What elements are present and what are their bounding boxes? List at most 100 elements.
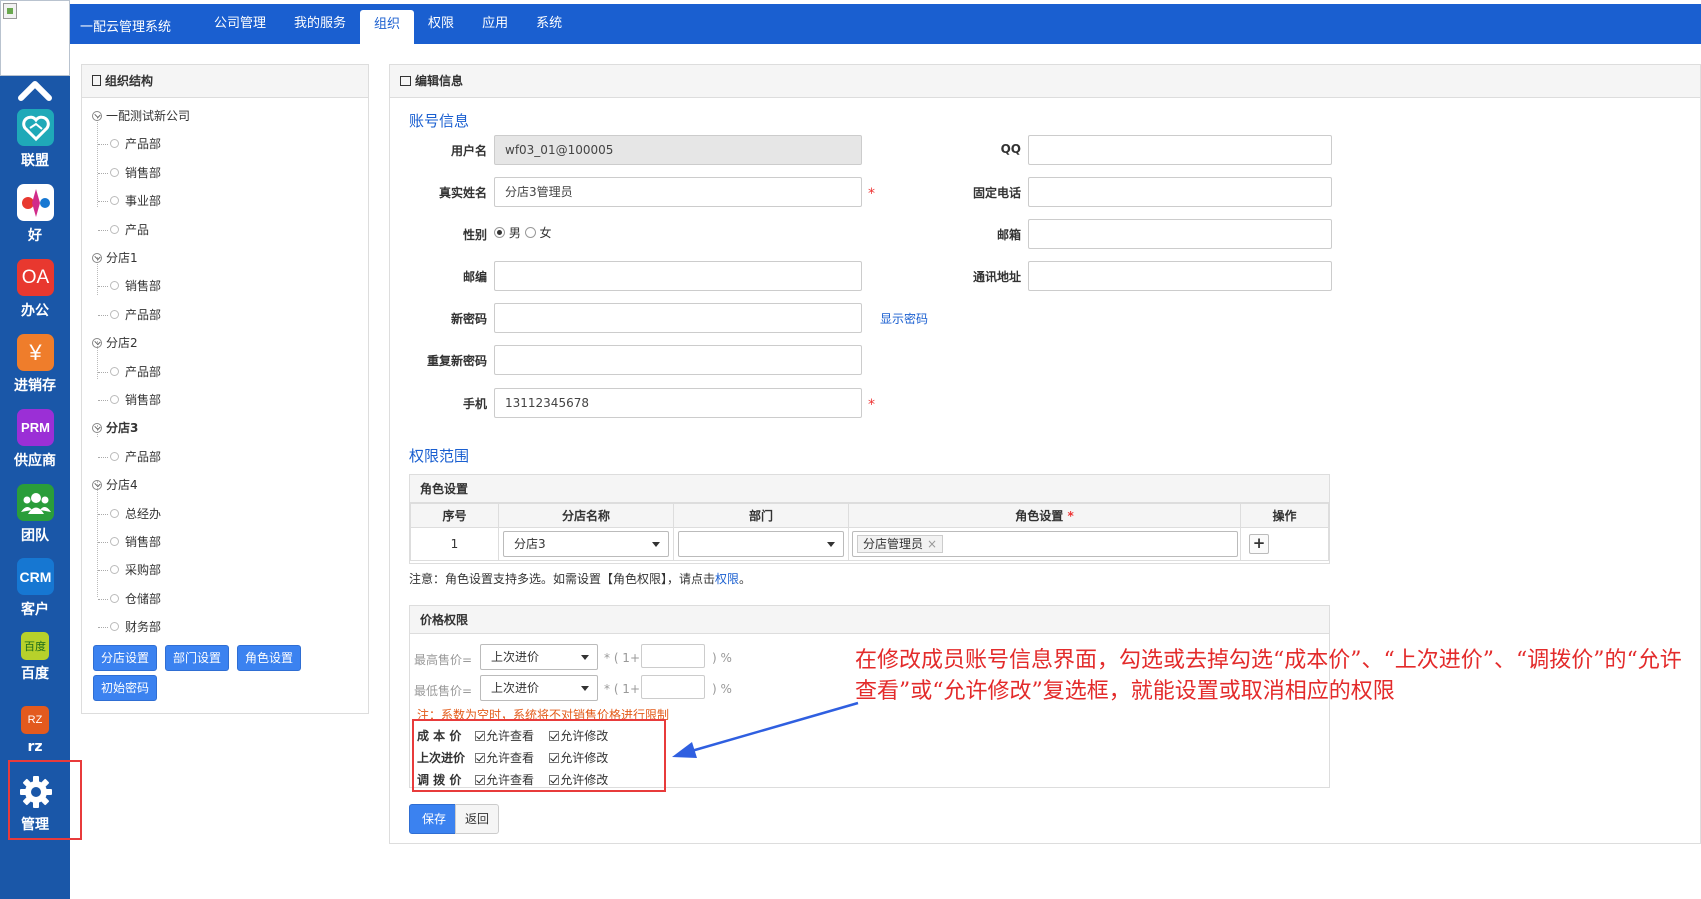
- sidebar-item-oa[interactable]: OA 办公: [0, 259, 70, 333]
- manage-highlight-box: [8, 760, 82, 840]
- tree-leaf-node[interactable]: 总经办: [98, 505, 161, 522]
- tree-leaf-node[interactable]: 财务部: [98, 618, 161, 635]
- tree-leaf-node[interactable]: 销售部: [98, 277, 161, 294]
- sidebar-item-inventory[interactable]: ¥ 进销存: [0, 334, 70, 408]
- tab-apps[interactable]: 应用: [468, 4, 522, 44]
- tab-organization[interactable]: 组织: [360, 10, 415, 44]
- gender-female-radio[interactable]: [524, 227, 536, 238]
- logo-placeholder: [0, 0, 70, 76]
- gender-male-radio[interactable]: [494, 227, 505, 238]
- col-dept-label: 部门: [748, 509, 773, 523]
- address-field[interactable]: [1028, 261, 1332, 291]
- role-settings-button[interactable]: 角色设置: [237, 645, 302, 671]
- dept-settings-button[interactable]: 部门设置: [165, 645, 230, 671]
- tree-branch-node[interactable]: 一配测试新公司: [92, 107, 190, 124]
- app-brand[interactable]: 一配云管理系统: [80, 16, 171, 35]
- realname-field[interactable]: 分店3管理员: [494, 177, 862, 207]
- tree-leaf-node[interactable]: 销售部: [98, 164, 161, 181]
- cost-edit-checkbox[interactable]: [549, 730, 560, 741]
- tree-leaf-node[interactable]: 产品部: [98, 448, 161, 465]
- tree-connector: [98, 144, 108, 146]
- tab-company[interactable]: 公司管理: [200, 4, 280, 44]
- chevron-down-icon: [652, 542, 660, 547]
- phone-field[interactable]: [1028, 177, 1332, 207]
- tree-branch-node[interactable]: 分店2: [92, 334, 138, 351]
- new-password-field[interactable]: [494, 303, 862, 333]
- tree-node-label: 销售部: [125, 535, 162, 549]
- store-select[interactable]: 分店3: [503, 531, 669, 557]
- store-settings-button[interactable]: 分店设置: [93, 645, 158, 671]
- mobile-field[interactable]: 13112345678: [494, 388, 862, 418]
- tree-leaf-node[interactable]: 产品部: [98, 363, 161, 380]
- transfer-view-checkbox[interactable]: [475, 774, 485, 785]
- max-price-factor-input[interactable]: [641, 644, 705, 668]
- perm-row-last-purchase: 上次进价 允许查看 允许修改: [417, 749, 608, 766]
- chevron-up-icon[interactable]: [17, 76, 53, 104]
- add-row-button[interactable]: +: [1249, 534, 1269, 554]
- tree-branch-node[interactable]: 分店3: [92, 419, 138, 436]
- init-password-button[interactable]: 初始密码: [93, 675, 158, 701]
- tree-leaf-node[interactable]: 销售部: [98, 533, 161, 550]
- tree-branch-node[interactable]: 分店4: [92, 476, 138, 493]
- role-tag: 分店管理员 ×: [857, 535, 944, 553]
- repeat-password-field[interactable]: [494, 345, 862, 375]
- edit-panel-header: 编辑信息: [390, 65, 1700, 98]
- tree-connector: [98, 229, 108, 231]
- show-password-link[interactable]: 显示密码: [880, 310, 928, 327]
- team-icon: [17, 484, 54, 521]
- max-price-select[interactable]: 上次进价: [480, 644, 598, 670]
- tree-leaf-node[interactable]: 事业部: [98, 192, 161, 209]
- tree-branch-node[interactable]: 分店1: [92, 249, 138, 266]
- tree-leaf-node[interactable]: 产品部: [98, 135, 161, 152]
- edit-label: 允许修改: [560, 751, 609, 765]
- sidebar-item-baidu[interactable]: 百度 百度: [0, 632, 70, 706]
- dept-select[interactable]: [678, 531, 844, 557]
- tree-leaf-node[interactable]: 采购部: [98, 561, 161, 578]
- mobile-label: 手机: [462, 397, 487, 411]
- tree-node-label: 产品部: [125, 364, 162, 379]
- sidebar-item-team[interactable]: 团队: [0, 484, 70, 558]
- min-price-factor-input[interactable]: [641, 675, 705, 699]
- tree-leaf-node[interactable]: 产品: [98, 221, 149, 238]
- tab-permissions[interactable]: 权限: [414, 4, 468, 44]
- view-label: 允许查看: [486, 773, 535, 787]
- role-multiselect[interactable]: 分店管理员 ×: [852, 531, 1238, 557]
- last-purchase-edit-checkbox[interactable]: [549, 752, 560, 763]
- tree-node-label: 产品部: [125, 449, 162, 464]
- view-label: 允许查看: [486, 751, 535, 765]
- email-field[interactable]: [1028, 219, 1332, 249]
- edit-label: 允许修改: [560, 773, 609, 787]
- back-button[interactable]: 返回: [455, 804, 500, 834]
- tab-my-services[interactable]: 我的服务: [280, 4, 360, 44]
- collapse-toggle-icon[interactable]: [92, 252, 102, 263]
- cost-view-checkbox[interactable]: [475, 730, 485, 741]
- permission-link[interactable]: 权限: [715, 572, 739, 586]
- tab-system[interactable]: 系统: [522, 4, 576, 44]
- transfer-edit-checkbox[interactable]: [549, 774, 560, 785]
- qq-field[interactable]: [1028, 135, 1332, 165]
- tree-node-label: 分店4: [106, 478, 138, 493]
- sidebar-item-crm[interactable]: CRM 客户: [0, 558, 70, 632]
- save-button[interactable]: 保存: [409, 804, 460, 834]
- collapse-toggle-icon[interactable]: [92, 422, 102, 433]
- last-purchase-view-checkbox[interactable]: [475, 752, 485, 763]
- note-text: 注意：角色设置支持多选。如需设置【角色权限】，请点击: [409, 572, 716, 586]
- sidebar-item-good[interactable]: 好: [0, 184, 70, 258]
- sidebar-item-rz[interactable]: RZ rz: [0, 706, 70, 756]
- collapse-toggle-icon[interactable]: [92, 337, 102, 348]
- min-price-select[interactable]: 上次进价: [480, 675, 598, 701]
- collapse-toggle-icon[interactable]: [92, 110, 102, 121]
- sidebar-item-alliance[interactable]: 联盟: [0, 109, 70, 183]
- sidebar-item-supplier[interactable]: PRM 供应商: [0, 409, 70, 483]
- tree-connector: [98, 456, 108, 458]
- gender-radio-group: 男 女: [494, 224, 552, 241]
- tree-node-icon: [110, 139, 119, 149]
- email-label: 邮箱: [996, 228, 1021, 242]
- tree-leaf-node[interactable]: 销售部: [98, 391, 161, 408]
- zipcode-field[interactable]: [494, 261, 862, 291]
- collapse-toggle-icon[interactable]: [92, 479, 102, 490]
- tree-leaf-node[interactable]: 产品部: [98, 306, 161, 323]
- tree-leaf-node[interactable]: 仓储部: [98, 590, 161, 607]
- remove-tag-icon[interactable]: ×: [927, 537, 937, 551]
- role-tag-label: 分店管理员: [863, 537, 924, 551]
